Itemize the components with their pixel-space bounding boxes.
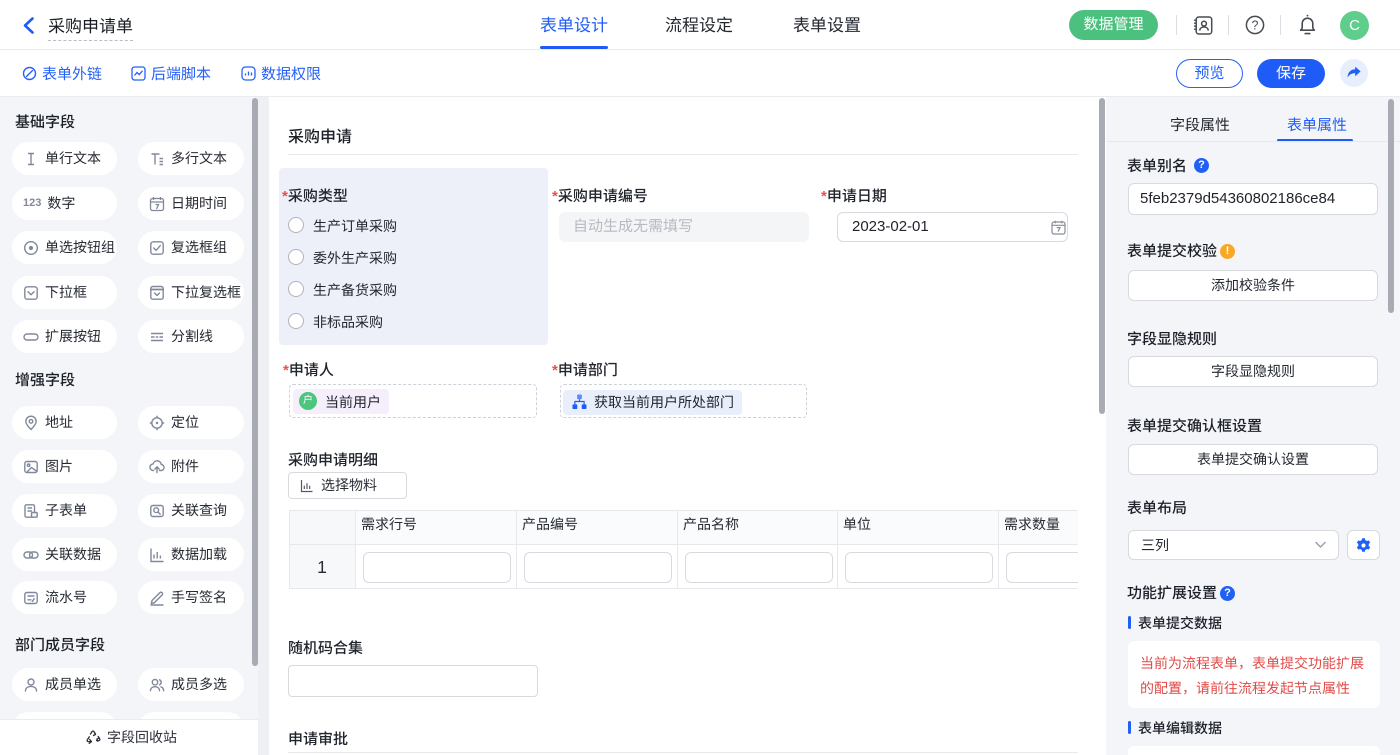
svg-text:?: ? xyxy=(1252,18,1259,32)
